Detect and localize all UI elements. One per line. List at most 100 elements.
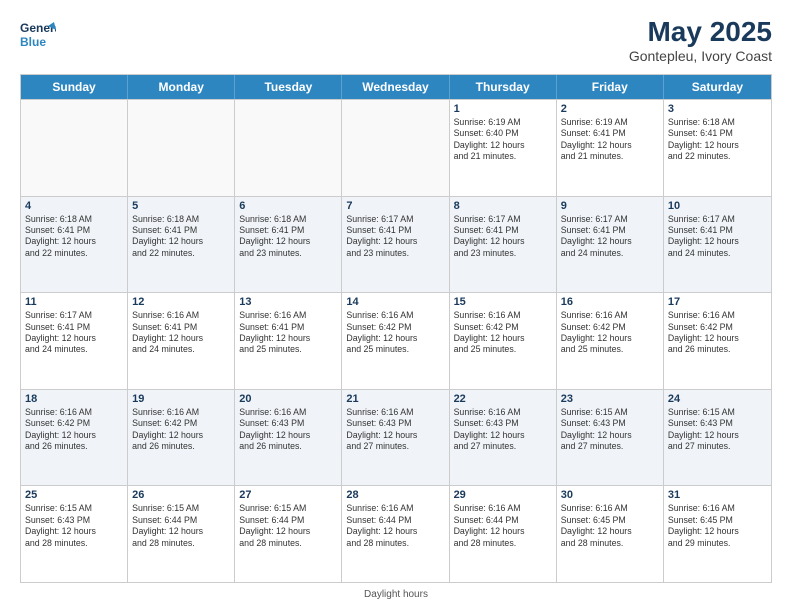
day-cell-2: 2Sunrise: 6:19 AM Sunset: 6:41 PM Daylig… [557,100,664,196]
empty-cell [21,100,128,196]
day-number-21: 21 [346,393,444,405]
day-info-8: Sunrise: 6:17 AM Sunset: 6:41 PM Dayligh… [454,214,552,260]
day-number-18: 18 [25,393,123,405]
logo: General Blue [20,16,56,52]
day-number-12: 12 [132,296,230,308]
day-number-30: 30 [561,489,659,501]
day-number-13: 13 [239,296,337,308]
svg-text:Blue: Blue [20,35,46,49]
header-day-thursday: Thursday [450,75,557,99]
day-number-23: 23 [561,393,659,405]
day-number-1: 1 [454,103,552,115]
day-number-17: 17 [668,296,767,308]
week-row-2: 4 Sunrise: 6:18 AM Sunset: 6:41 PM Daylig… [21,196,771,293]
header-day-sunday: Sunday [21,75,128,99]
day-cell-8: 8 Sunrise: 6:17 AM Sunset: 6:41 PM Daylig… [450,197,557,293]
svg-text:General: General [20,21,56,35]
day-info-27: Sunrise: 6:15 AM Sunset: 6:44 PM Dayligh… [239,503,337,549]
calendar-body: 1 Sunrise: 6:19 AM Sunset: 6:40 PM Daylig… [21,99,771,582]
day-info-12: Sunrise: 6:16 AM Sunset: 6:41 PM Dayligh… [132,310,230,356]
day-info-17: Sunrise: 6:16 AM Sunset: 6:42 PM Dayligh… [668,310,767,356]
day-info-23: Sunrise: 6:15 AM Sunset: 6:43 PM Dayligh… [561,407,659,453]
day-info-4: Sunrise: 6:18 AM Sunset: 6:41 PM Dayligh… [25,214,123,260]
calendar-header: SundayMondayTuesdayWednesdayThursdayFrid… [21,75,771,99]
day-info-10: Sunrise: 6:17 AM Sunset: 6:41 PM Dayligh… [668,214,767,260]
month-year: May 2025 [629,16,772,48]
day-number-20: 20 [239,393,337,405]
day-info-6: Sunrise: 6:18 AM Sunset: 6:41 PM Dayligh… [239,214,337,260]
header: General Blue May 2025 Gontepleu, Ivory C… [20,16,772,64]
day-number-4: 4 [25,200,123,212]
day-info-9: Sunrise: 6:17 AM Sunset: 6:41 PM Dayligh… [561,214,659,260]
day-cell-31: 31Sunrise: 6:16 AM Sunset: 6:45 PM Dayli… [664,486,771,582]
day-info-3: Sunrise: 6:18 AM Sunset: 6:41 PM Dayligh… [668,117,767,163]
day-number-3: 3 [668,103,767,115]
day-cell-30: 30Sunrise: 6:16 AM Sunset: 6:45 PM Dayli… [557,486,664,582]
day-cell-13: 13 Sunrise: 6:16 AM Sunset: 6:41 PM Dayli… [235,293,342,389]
day-cell-18: 18 Sunrise: 6:16 AM Sunset: 6:42 PM Dayli… [21,390,128,486]
day-number-16: 16 [561,296,659,308]
day-number-15: 15 [454,296,552,308]
footer-note: Daylight hours [20,589,772,600]
day-cell-23: 23 Sunrise: 6:15 AM Sunset: 6:43 PM Dayli… [557,390,664,486]
day-number-8: 8 [454,200,552,212]
day-cell-24: 24Sunrise: 6:15 AM Sunset: 6:43 PM Dayli… [664,390,771,486]
logo-svg: General Blue [20,16,56,52]
header-day-tuesday: Tuesday [235,75,342,99]
day-number-11: 11 [25,296,123,308]
day-number-6: 6 [239,200,337,212]
day-cell-1: 1 Sunrise: 6:19 AM Sunset: 6:40 PM Daylig… [450,100,557,196]
week-row-4: 18 Sunrise: 6:16 AM Sunset: 6:42 PM Dayli… [21,389,771,486]
day-info-15: Sunrise: 6:16 AM Sunset: 6:42 PM Dayligh… [454,310,552,356]
day-info-28: Sunrise: 6:16 AM Sunset: 6:44 PM Dayligh… [346,503,444,549]
day-info-21: Sunrise: 6:16 AM Sunset: 6:43 PM Dayligh… [346,407,444,453]
day-cell-6: 6 Sunrise: 6:18 AM Sunset: 6:41 PM Daylig… [235,197,342,293]
day-cell-19: 19Sunrise: 6:16 AM Sunset: 6:42 PM Dayli… [128,390,235,486]
day-info-18: Sunrise: 6:16 AM Sunset: 6:42 PM Dayligh… [25,407,123,453]
day-info-14: Sunrise: 6:16 AM Sunset: 6:42 PM Dayligh… [346,310,444,356]
day-cell-27: 27Sunrise: 6:15 AM Sunset: 6:44 PM Dayli… [235,486,342,582]
header-day-friday: Friday [557,75,664,99]
day-info-2: Sunrise: 6:19 AM Sunset: 6:41 PM Dayligh… [561,117,659,163]
day-number-14: 14 [346,296,444,308]
day-number-26: 26 [132,489,230,501]
day-cell-9: 9Sunrise: 6:17 AM Sunset: 6:41 PM Daylig… [557,197,664,293]
day-cell-28: 28 Sunrise: 6:16 AM Sunset: 6:44 PM Dayli… [342,486,449,582]
day-cell-15: 15 Sunrise: 6:16 AM Sunset: 6:42 PM Dayli… [450,293,557,389]
day-number-22: 22 [454,393,552,405]
day-cell-16: 16 Sunrise: 6:16 AM Sunset: 6:42 PM Dayli… [557,293,664,389]
day-cell-5: 5 Sunrise: 6:18 AM Sunset: 6:41 PM Daylig… [128,197,235,293]
day-info-5: Sunrise: 6:18 AM Sunset: 6:41 PM Dayligh… [132,214,230,260]
header-day-saturday: Saturday [664,75,771,99]
day-cell-4: 4 Sunrise: 6:18 AM Sunset: 6:41 PM Daylig… [21,197,128,293]
day-number-28: 28 [346,489,444,501]
day-cell-17: 17 Sunrise: 6:16 AM Sunset: 6:42 PM Dayli… [664,293,771,389]
day-number-24: 24 [668,393,767,405]
day-cell-22: 22 Sunrise: 6:16 AM Sunset: 6:43 PM Dayli… [450,390,557,486]
day-info-22: Sunrise: 6:16 AM Sunset: 6:43 PM Dayligh… [454,407,552,453]
day-number-7: 7 [346,200,444,212]
day-info-20: Sunrise: 6:16 AM Sunset: 6:43 PM Dayligh… [239,407,337,453]
location: Gontepleu, Ivory Coast [629,48,772,64]
day-cell-3: 3 Sunrise: 6:18 AM Sunset: 6:41 PM Daylig… [664,100,771,196]
day-info-31: Sunrise: 6:16 AM Sunset: 6:45 PM Dayligh… [668,503,767,549]
calendar: SundayMondayTuesdayWednesdayThursdayFrid… [20,74,772,583]
day-number-10: 10 [668,200,767,212]
day-cell-7: 7Sunrise: 6:17 AM Sunset: 6:41 PM Daylig… [342,197,449,293]
title-block: May 2025 Gontepleu, Ivory Coast [629,16,772,64]
day-info-25: Sunrise: 6:15 AM Sunset: 6:43 PM Dayligh… [25,503,123,549]
day-number-5: 5 [132,200,230,212]
page: General Blue May 2025 Gontepleu, Ivory C… [0,0,792,612]
week-row-5: 25 Sunrise: 6:15 AM Sunset: 6:43 PM Dayli… [21,485,771,582]
day-number-25: 25 [25,489,123,501]
day-info-29: Sunrise: 6:16 AM Sunset: 6:44 PM Dayligh… [454,503,552,549]
week-row-3: 11Sunrise: 6:17 AM Sunset: 6:41 PM Dayli… [21,292,771,389]
day-number-29: 29 [454,489,552,501]
day-info-16: Sunrise: 6:16 AM Sunset: 6:42 PM Dayligh… [561,310,659,356]
day-cell-12: 12 Sunrise: 6:16 AM Sunset: 6:41 PM Dayli… [128,293,235,389]
day-info-13: Sunrise: 6:16 AM Sunset: 6:41 PM Dayligh… [239,310,337,356]
day-cell-26: 26Sunrise: 6:15 AM Sunset: 6:44 PM Dayli… [128,486,235,582]
day-cell-14: 14 Sunrise: 6:16 AM Sunset: 6:42 PM Dayli… [342,293,449,389]
empty-cell [342,100,449,196]
day-info-1: Sunrise: 6:19 AM Sunset: 6:40 PM Dayligh… [454,117,552,163]
